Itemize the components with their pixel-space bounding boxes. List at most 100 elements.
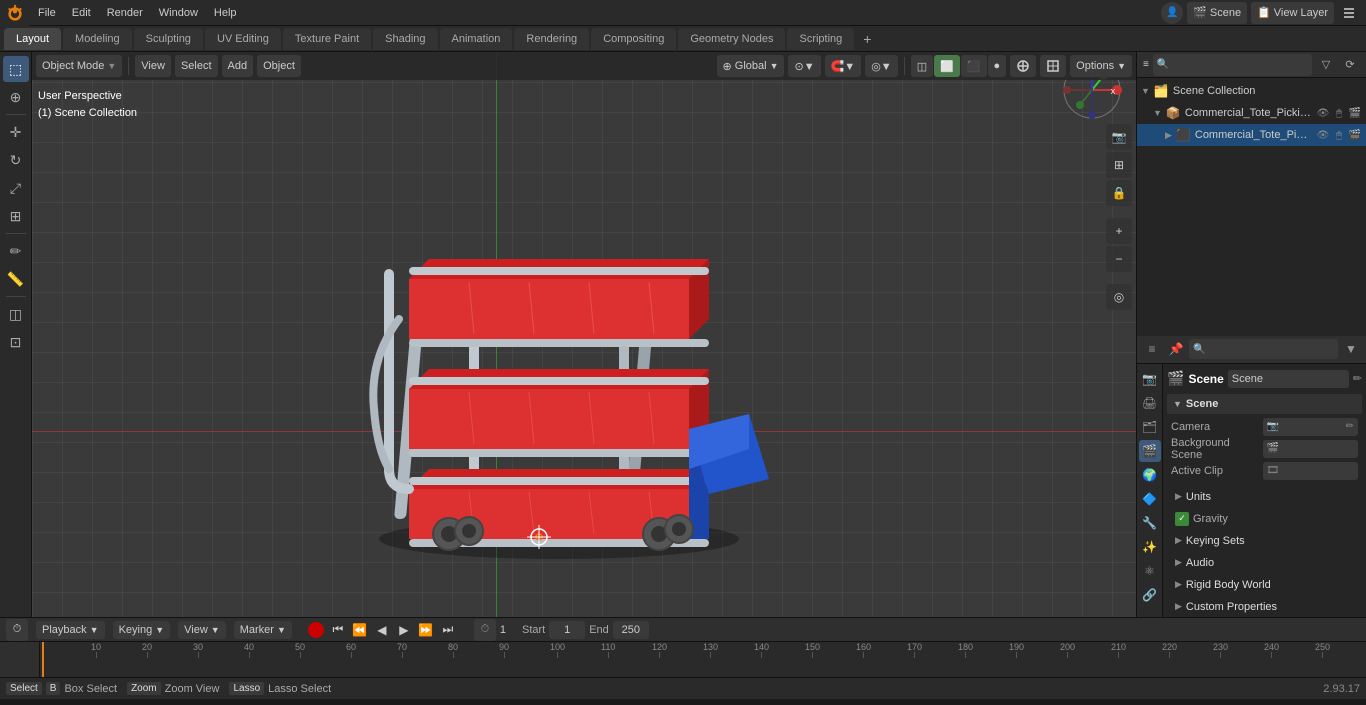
tab-rendering[interactable]: Rendering — [514, 28, 589, 50]
outliner-scene-collection[interactable]: ▼ 🗂️ Scene Collection — [1137, 80, 1366, 102]
viewport-add-menu[interactable]: Add — [222, 55, 254, 77]
camera-edit-icon[interactable]: ✏ — [1346, 421, 1354, 432]
options-btn[interactable]: Options ▼ — [1070, 55, 1132, 77]
next-keyframe-btn[interactable]: ⏩ — [416, 620, 436, 640]
tool-measure[interactable]: 📏 — [3, 266, 29, 292]
view-layer-selector[interactable]: 📋 View Layer — [1251, 2, 1334, 24]
proportional-edit[interactable]: ◎▼ — [865, 55, 898, 77]
viewport-select-menu[interactable]: Select — [175, 55, 218, 77]
timeline-mode-btn[interactable]: ⏱ — [6, 619, 28, 641]
blender-logo[interactable] — [0, 0, 30, 26]
keying-sets-section[interactable]: ▶ Keying Sets — [1167, 530, 1362, 552]
timeline-ruler[interactable]: 1020304050607080901001101201301401501601… — [0, 642, 1366, 677]
scene-name-field[interactable]: Scene — [1228, 370, 1349, 388]
pivot-selector[interactable]: ⊙▼ — [788, 55, 820, 77]
properties-filter[interactable]: 🔍 — [1189, 339, 1338, 359]
tab-sculpting[interactable]: Sculpting — [134, 28, 203, 50]
outliner-filter-btn[interactable]: ▽ — [1316, 55, 1336, 75]
prop-icon-constraints[interactable]: 🔗 — [1139, 584, 1161, 606]
item-visibility-0[interactable]: 👁 — [1316, 106, 1330, 120]
shading-material[interactable]: ⬛ — [961, 55, 987, 77]
tab-animation[interactable]: Animation — [440, 28, 513, 50]
menu-help[interactable]: Help — [206, 0, 245, 26]
play-btn[interactable]: ▶ — [394, 620, 414, 640]
camera-view-btn[interactable]: 📷 — [1106, 124, 1132, 150]
menu-file[interactable]: File — [30, 0, 64, 26]
prop-icon-particles[interactable]: ✨ — [1139, 536, 1161, 558]
audio-section[interactable]: ▶ Audio — [1167, 552, 1362, 574]
tool-move[interactable]: ✛ — [3, 119, 29, 145]
user-avatar[interactable]: 👤 — [1161, 2, 1183, 24]
zoom-out-btn[interactable]: − — [1106, 246, 1132, 272]
custom-props-section[interactable]: ▶ Custom Properties — [1167, 596, 1362, 618]
clock-icon[interactable]: ⏱ — [474, 619, 496, 641]
marker-menu[interactable]: Marker ▼ — [234, 621, 292, 639]
local-view-btn[interactable]: ◎ — [1106, 284, 1132, 310]
object-mode-selector[interactable]: Object Mode ▼ — [36, 55, 122, 77]
play-reverse-btn[interactable]: ◀ — [372, 620, 392, 640]
outliner-item-1[interactable]: ▶ ⬛ Commercial_Tote_Picking 👁 🖱 🎬 — [1137, 124, 1366, 146]
tool-add-cube[interactable]: ◫ — [3, 301, 29, 327]
shading-rendered[interactable]: ● — [988, 55, 1007, 77]
item-select-1[interactable]: 🖱 — [1332, 128, 1346, 142]
units-section[interactable]: ▶ Units — [1167, 486, 1362, 508]
menu-render[interactable]: Render — [99, 0, 151, 26]
tab-compositing[interactable]: Compositing — [591, 28, 676, 50]
jump-start-btn[interactable]: ⏮ — [328, 620, 348, 640]
transform-selector[interactable]: ⊕ Global ▼ — [717, 55, 785, 77]
scene-edit-btn[interactable]: ✏ — [1353, 372, 1362, 385]
add-workspace-btn[interactable]: + — [856, 28, 878, 50]
item-render-0[interactable]: 🎬 — [1348, 106, 1362, 120]
tab-geometry-nodes[interactable]: Geometry Nodes — [678, 28, 785, 50]
prop-icon-scene[interactable]: 🎬 — [1139, 440, 1161, 462]
shading-solid[interactable]: ⬜ — [934, 55, 960, 77]
prop-icon-modifier[interactable]: 🔧 — [1139, 512, 1161, 534]
active-clip-value[interactable]: 🎞 — [1263, 462, 1359, 480]
tool-add-empty[interactable]: ⊡ — [3, 329, 29, 355]
prop-icon-viewlayer[interactable]: 🗂 — [1139, 416, 1161, 438]
tab-layout[interactable]: Layout — [4, 28, 61, 50]
outliner-sync-btn[interactable]: ⟳ — [1340, 55, 1360, 75]
prop-icon-world[interactable]: 🌍 — [1139, 464, 1161, 486]
tab-modeling[interactable]: Modeling — [63, 28, 132, 50]
props-pin-icon[interactable]: 📌 — [1165, 338, 1187, 360]
prop-icon-object[interactable]: 🔷 — [1139, 488, 1161, 510]
record-btn[interactable] — [308, 622, 324, 638]
camera-value[interactable]: 📷 ✏ — [1263, 418, 1359, 436]
tab-scripting[interactable]: Scripting — [787, 28, 854, 50]
viewport-3d[interactable]: Object Mode ▼ View Select Add Object ⊕ G… — [32, 52, 1136, 617]
background-scene-value[interactable]: 🎬 — [1263, 440, 1359, 458]
item-render-1[interactable]: 🎬 — [1348, 128, 1362, 142]
start-value-input[interactable]: 1 — [549, 621, 585, 639]
viewport-view-menu[interactable]: View — [135, 55, 171, 77]
tool-transform[interactable]: ⊞ — [3, 203, 29, 229]
menu-edit[interactable]: Edit — [64, 0, 99, 26]
rigid-body-section[interactable]: ▶ Rigid Body World — [1167, 574, 1362, 596]
prop-icon-render[interactable]: 📷 — [1139, 368, 1161, 390]
viewport-gizmo-btn[interactable] — [1040, 55, 1066, 77]
tool-scale[interactable]: ⤢ — [3, 175, 29, 201]
menu-window[interactable]: Window — [151, 0, 206, 26]
scene-selector[interactable]: 🎬 Scene — [1187, 2, 1247, 24]
item-select-0[interactable]: 🖱 — [1332, 106, 1346, 120]
tab-uv-editing[interactable]: UV Editing — [205, 28, 281, 50]
tool-cursor[interactable]: ⊕ — [3, 84, 29, 110]
gravity-checkbox[interactable]: ✓ — [1175, 512, 1189, 526]
scene-section-header[interactable]: ▼ Scene — [1167, 394, 1362, 414]
tab-texture-paint[interactable]: Texture Paint — [283, 28, 371, 50]
prev-keyframe-btn[interactable]: ⏪ — [350, 620, 370, 640]
region-toggle-btn[interactable]: ⊞ — [1106, 152, 1132, 178]
outliner-search[interactable]: 🔍 — [1153, 54, 1312, 76]
zoom-in-btn[interactable]: + — [1106, 218, 1132, 244]
scene-add-btn[interactable] — [1338, 2, 1360, 24]
props-options-icon[interactable]: ▼ — [1340, 338, 1362, 360]
item-visibility-1[interactable]: 👁 — [1316, 128, 1330, 142]
snap-selector[interactable]: 🧲▼ — [825, 55, 862, 77]
current-frame-input[interactable]: 1 — [500, 624, 506, 636]
tool-rotate[interactable]: ↻ — [3, 147, 29, 173]
viewport-object-menu[interactable]: Object — [257, 55, 301, 77]
tab-shading[interactable]: Shading — [373, 28, 437, 50]
keying-menu[interactable]: Keying ▼ — [113, 621, 171, 639]
tool-annotate[interactable]: ✏ — [3, 238, 29, 264]
end-value-input[interactable]: 250 — [613, 621, 649, 639]
